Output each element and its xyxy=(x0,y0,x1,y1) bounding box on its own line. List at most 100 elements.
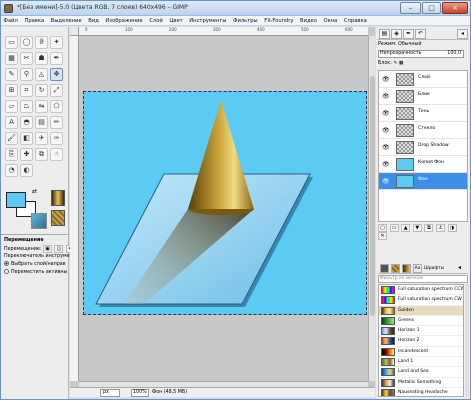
menu-video[interactable]: Видео xyxy=(298,16,320,26)
new-group-icon[interactable]: ▭ xyxy=(389,224,399,232)
title-bar[interactable]: *[Без имени]-5.0 (Цвета RGB, 7 слоев) 64… xyxy=(1,1,470,16)
lock-pixels-icon[interactable]: ✎ xyxy=(393,61,397,66)
tab-patterns-icon[interactable] xyxy=(391,264,400,273)
tab-channels-icon[interactable]: ◈ xyxy=(391,29,402,39)
new-layer-icon[interactable]: ▢ xyxy=(378,224,387,232)
vertical-ruler[interactable] xyxy=(70,36,79,381)
dodge-burn-icon[interactable]: ◐ xyxy=(20,164,33,177)
gradient-item[interactable]: Incandescent xyxy=(379,347,463,358)
blend-icon[interactable]: ▤ xyxy=(35,116,48,129)
fuzzy-select-icon[interactable]: ✦ xyxy=(50,36,63,49)
paths-icon[interactable]: ✒ xyxy=(50,52,63,65)
smudge-icon[interactable]: ☝ xyxy=(50,148,63,161)
tab-gradients-icon[interactable] xyxy=(402,264,411,273)
convolve-icon[interactable]: ◔ xyxy=(5,164,18,177)
fonts-tab-label[interactable]: Шрифты xyxy=(424,264,446,273)
ellipse-select-icon[interactable]: ◯ xyxy=(20,36,33,49)
vertical-scrollbar[interactable] xyxy=(368,36,375,381)
gradient-item[interactable]: Full saturation spectrum CCW xyxy=(379,285,463,296)
zoom-select[interactable]: 100% xyxy=(131,389,149,397)
visibility-eye-icon[interactable]: 👁 xyxy=(382,76,390,83)
menu-colors[interactable]: Цвет xyxy=(167,16,185,26)
tab-fonts-icon[interactable]: Aa xyxy=(413,264,422,273)
delete-layer-icon[interactable]: ✕ xyxy=(378,232,387,240)
raise-layer-icon[interactable]: ▲ xyxy=(401,224,411,232)
visibility-eye-icon[interactable]: 👁 xyxy=(382,110,390,117)
gradient-item[interactable]: Full saturation spectrum CW xyxy=(379,295,463,306)
layer-row[interactable]: 👁 Стекло xyxy=(379,122,467,139)
gradient-item[interactable]: Land 1 xyxy=(379,357,463,368)
layer-thumbnail[interactable] xyxy=(396,90,414,103)
anchor-layer-icon[interactable]: ⚓ xyxy=(435,224,445,232)
gradient-filter-input[interactable]: Фильтр по меткам xyxy=(378,275,468,283)
gradient-item[interactable]: Horizon 2 xyxy=(379,336,463,347)
gradient-item[interactable]: Golden xyxy=(379,305,463,316)
cage-icon[interactable]: ⬠ xyxy=(50,100,63,113)
opacity-field[interactable]: Непрозрачность 100,0 xyxy=(378,50,464,58)
ink-icon[interactable]: ✑ xyxy=(50,132,63,145)
menu-layer[interactable]: Слой xyxy=(147,16,165,26)
dock-menu-icon[interactable]: ◂ xyxy=(457,29,468,39)
layer-thumbnail[interactable] xyxy=(396,124,414,137)
perspective-clone-icon[interactable]: ⧉ xyxy=(35,148,48,161)
menu-tools[interactable]: Инструменты xyxy=(187,16,229,26)
active-gradient-preview[interactable] xyxy=(51,190,65,206)
visibility-eye-icon[interactable]: 👁 xyxy=(382,144,390,151)
layer-thumbnail[interactable] xyxy=(396,141,414,154)
gradients-menu-icon[interactable]: ◂ xyxy=(458,264,467,273)
layer-thumbnail[interactable] xyxy=(396,158,414,171)
menu-select[interactable]: Выделение xyxy=(48,16,84,26)
foreground-color-swatch[interactable] xyxy=(6,192,26,208)
zoom-icon[interactable]: ⚲ xyxy=(20,68,33,81)
layer-thumbnail[interactable] xyxy=(396,107,414,120)
menu-view[interactable]: Вид xyxy=(86,16,102,26)
move-icon[interactable]: ✥ xyxy=(50,68,63,81)
radio-move-active[interactable]: Переместить активны xyxy=(4,269,67,277)
layer-row[interactable]: 👁 Слой xyxy=(379,71,467,88)
gradient-item[interactable]: Greens xyxy=(379,316,463,327)
ruler-corner[interactable] xyxy=(70,27,79,36)
radio-off-icon[interactable] xyxy=(4,269,9,274)
crop-icon[interactable]: ⌗ xyxy=(20,84,33,97)
layer-row[interactable]: 👁 Drop Shadow xyxy=(379,139,467,156)
minimize-button[interactable]: – xyxy=(400,2,421,14)
layer-row[interactable]: 👁 Копия Фон xyxy=(379,156,467,173)
tab-paths-icon[interactable]: ✒ xyxy=(403,29,414,39)
gradient-item[interactable]: Metallic Something xyxy=(379,378,463,388)
menu-image[interactable]: Изображение xyxy=(103,16,145,26)
visibility-eye-icon[interactable]: 👁 xyxy=(382,178,390,185)
unit-select[interactable]: px xyxy=(100,389,120,397)
shear-icon[interactable]: ▱ xyxy=(5,100,18,113)
heal-icon[interactable]: ✚ xyxy=(20,148,33,161)
menu-help[interactable]: Справка xyxy=(341,16,369,26)
color-select-icon[interactable]: ▦ xyxy=(5,52,18,65)
clone-icon[interactable]: ⎘ xyxy=(5,148,18,161)
active-image-preview[interactable] xyxy=(31,213,47,229)
tab-layers-icon[interactable]: ▤ xyxy=(379,29,390,39)
rect-select-icon[interactable]: ▭ xyxy=(5,36,18,49)
flip-icon[interactable]: ⇋ xyxy=(35,100,48,113)
free-select-icon[interactable]: ϑ xyxy=(35,36,48,49)
pencil-icon[interactable]: ✏ xyxy=(50,116,63,129)
eraser-icon[interactable]: ◧ xyxy=(20,132,33,145)
close-button[interactable]: × xyxy=(442,2,468,14)
perspective-icon[interactable]: ⏢ xyxy=(20,100,33,113)
visibility-eye-icon[interactable]: 👁 xyxy=(382,127,390,134)
foreground-select-icon[interactable]: ☗ xyxy=(35,52,48,65)
layer-mode[interactable]: Режим: Обычный xyxy=(378,41,468,49)
airbrush-icon[interactable]: ✈ xyxy=(35,132,48,145)
gradient-item[interactable]: Nauseating Headache xyxy=(379,388,463,396)
menu-edit[interactable]: Правка xyxy=(22,16,47,26)
visibility-eye-icon[interactable]: 👁 xyxy=(382,161,390,168)
layer-row[interactable]: 👁 Блик xyxy=(379,88,467,105)
duplicate-layer-icon[interactable]: ⧉ xyxy=(424,224,434,232)
move-layer-toggle[interactable]: ▣ xyxy=(42,245,52,253)
horizontal-ruler[interactable]: 0 100 200 300 400 500 600 xyxy=(79,27,368,36)
mask-icon[interactable]: ◑ xyxy=(447,224,457,232)
paintbrush-icon[interactable]: 🖌 xyxy=(5,132,18,145)
layer-thumbnail[interactable] xyxy=(396,175,414,188)
lower-layer-icon[interactable]: ▼ xyxy=(412,224,422,232)
bucket-fill-icon[interactable]: ◓ xyxy=(20,116,33,129)
rotate-icon[interactable]: ↻ xyxy=(35,84,48,97)
menu-file[interactable]: Файл xyxy=(1,16,20,26)
